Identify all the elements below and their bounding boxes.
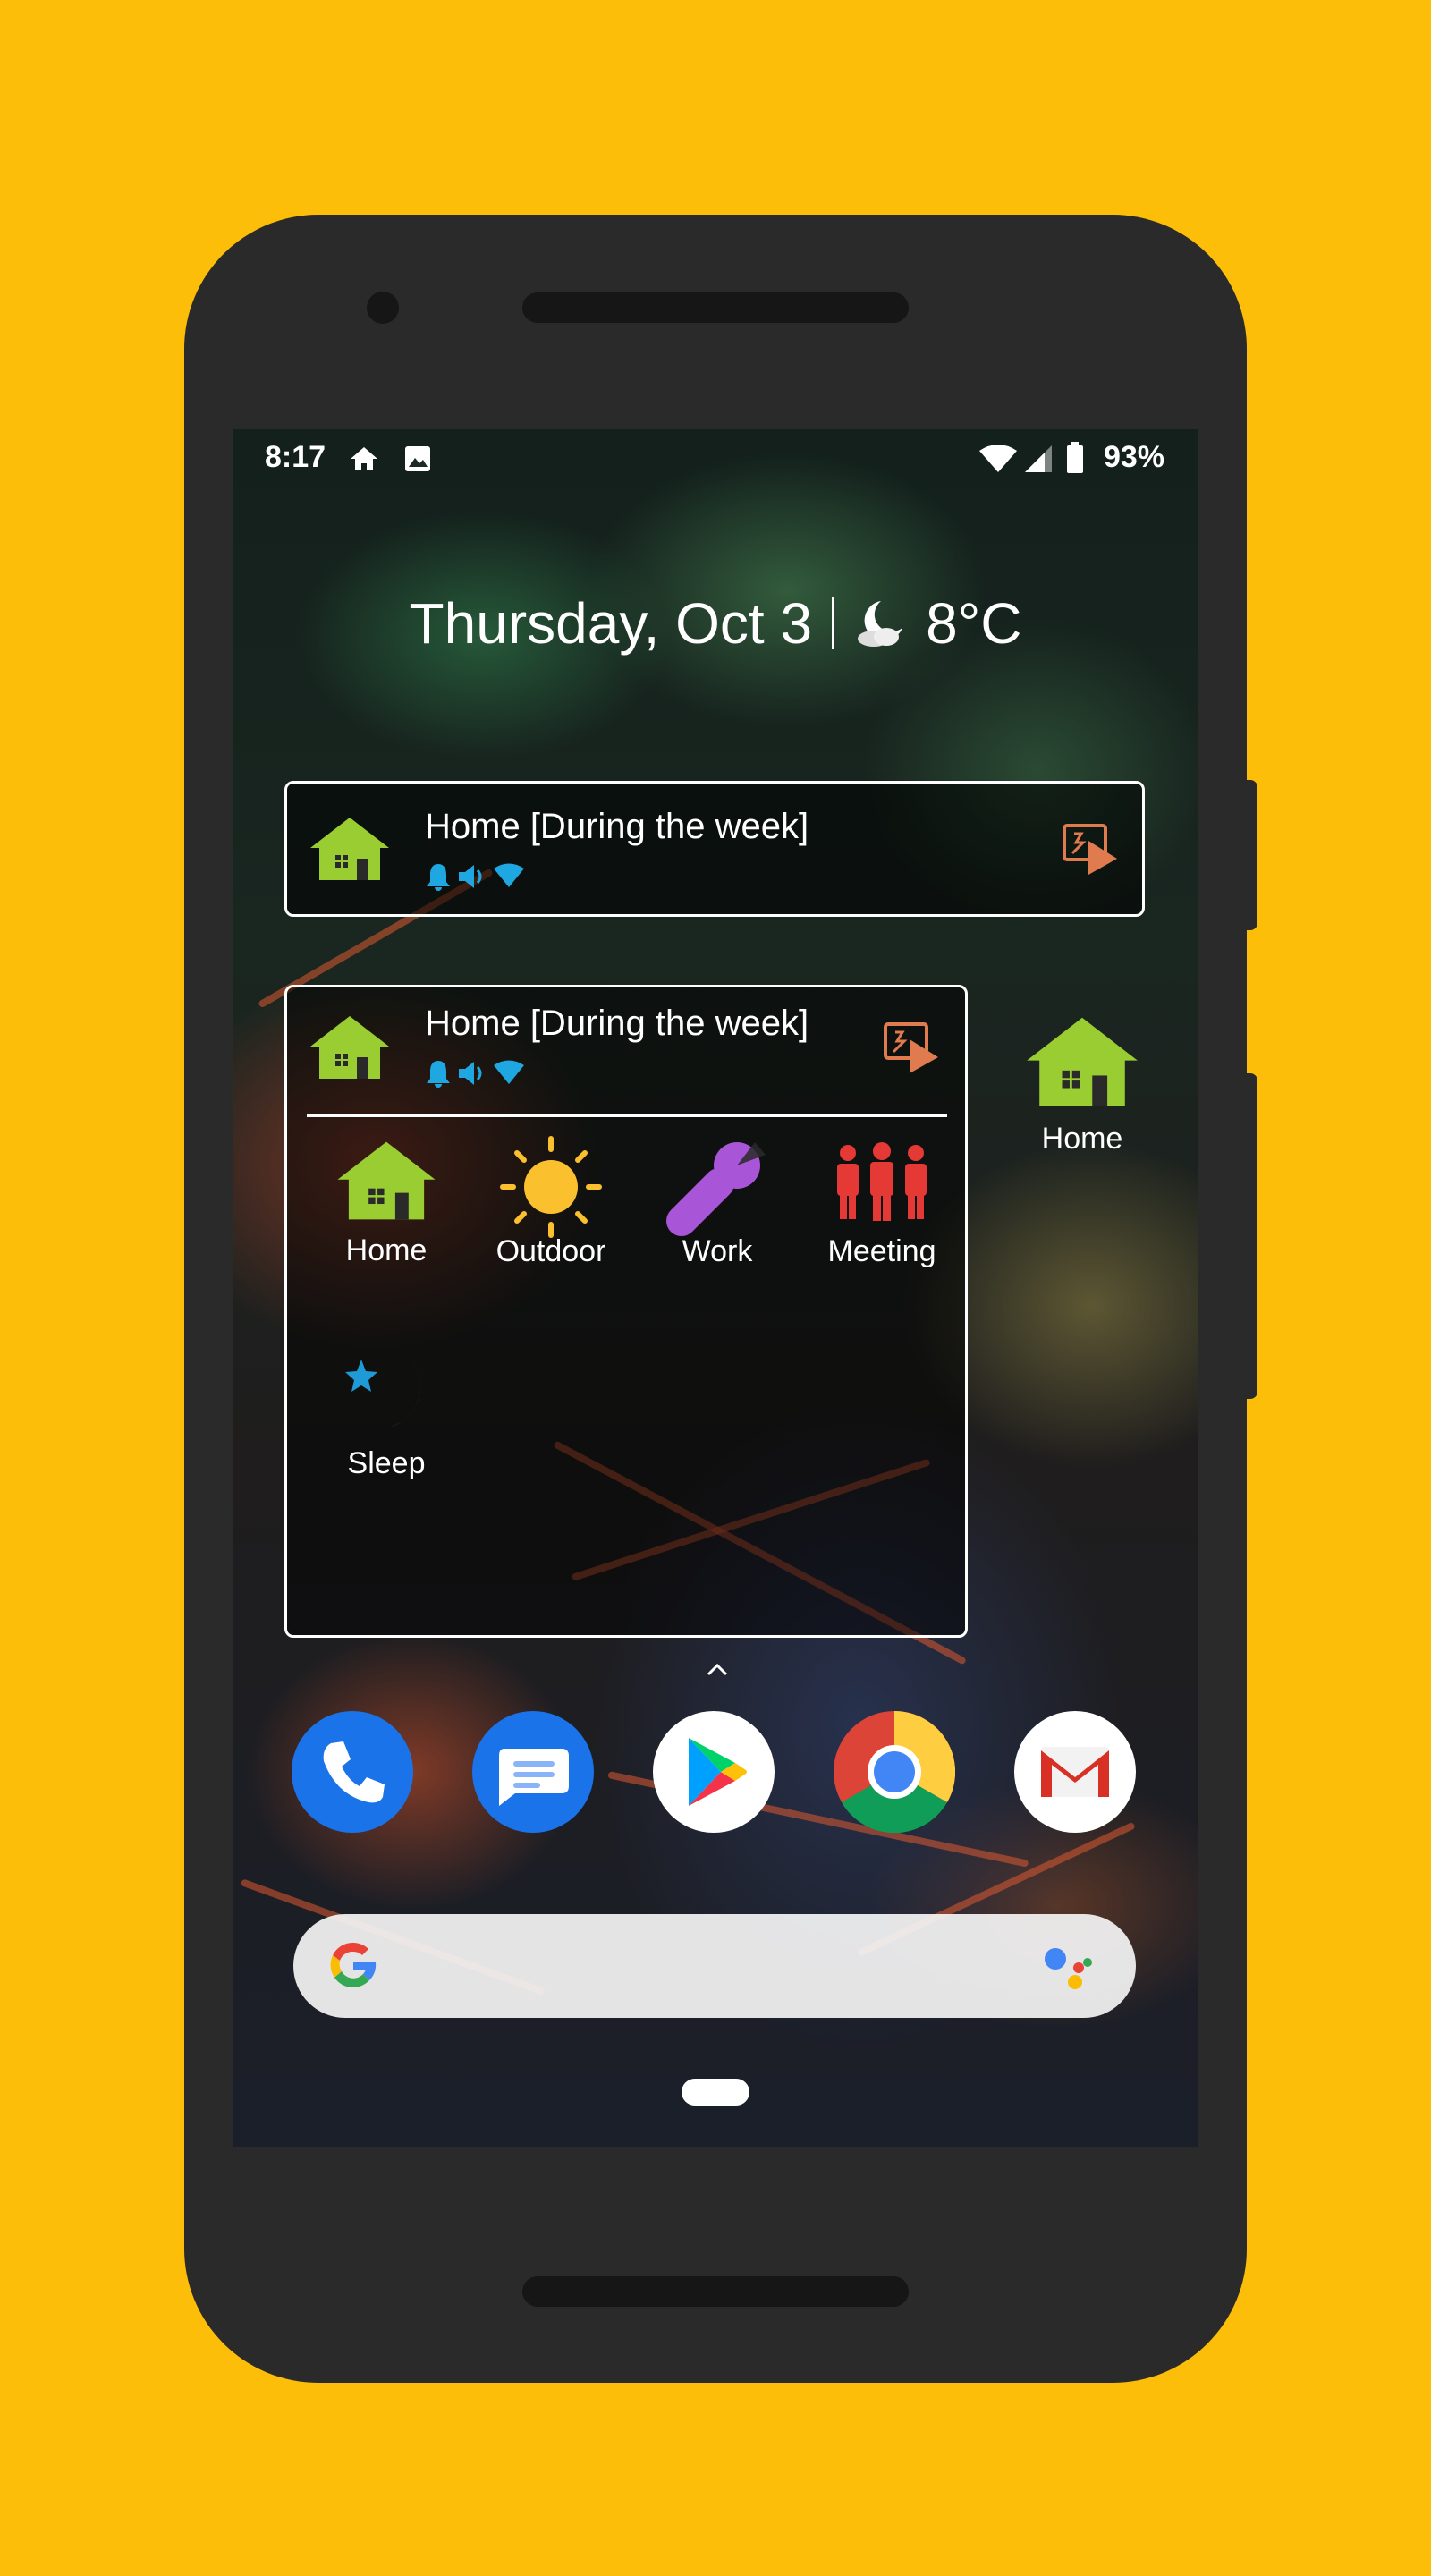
- power-button: [1245, 780, 1257, 930]
- profile-widget-large: Home [During the week] Home Outdoor Work…: [284, 985, 968, 1638]
- at-a-glance[interactable]: Thursday, Oct 3 8°C: [233, 586, 1198, 657]
- profile-work[interactable]: Work: [641, 1135, 793, 1269]
- gmail-icon: [1041, 1747, 1109, 1797]
- date-text[interactable]: Thursday, Oct 3: [410, 591, 813, 656]
- shortcut-label: Home: [1041, 1122, 1123, 1156]
- wrench-icon: [666, 1142, 766, 1236]
- widget-indicators: [425, 862, 525, 891]
- google-g-icon[interactable]: [324, 1936, 383, 1995]
- home-profile-shortcut[interactable]: Home: [1002, 1015, 1163, 1157]
- battery-percentage: 93%: [1103, 440, 1164, 474]
- assistant-icon[interactable]: [1039, 1941, 1097, 1995]
- glance-separator: [832, 597, 835, 650]
- volume-icon: [459, 1062, 482, 1085]
- status-bar: 8:17 93%: [233, 429, 1198, 487]
- chrome-icon: [842, 1710, 956, 1834]
- bottom-speaker: [522, 2276, 909, 2307]
- house-icon: [1027, 1017, 1138, 1106]
- home-icon: [351, 447, 377, 470]
- chevron-up-icon[interactable]: [699, 1657, 735, 1683]
- messages-app[interactable]: [472, 1711, 594, 1833]
- profile-outdoor[interactable]: Outdoor: [475, 1135, 627, 1269]
- moon-cloud-icon: [858, 601, 903, 648]
- people-icon: [837, 1142, 927, 1221]
- profile-widget-small[interactable]: Home [During the week]: [284, 781, 1145, 917]
- profile-home[interactable]: Home: [310, 1140, 462, 1268]
- profile-label: Work: [682, 1234, 753, 1268]
- home-screen: 8:17 93% Thursday, Oct 3 8°C Home [Durin…: [233, 429, 1198, 2147]
- widget-indicators: [425, 1059, 525, 1088]
- status-time: 8:17: [265, 440, 326, 474]
- profile-label: Outdoor: [495, 1234, 606, 1268]
- wifi-icon: [979, 445, 1017, 472]
- top-speaker: [522, 292, 909, 323]
- temperature-text[interactable]: 8°C: [926, 591, 1021, 656]
- wifi-icon: [494, 1060, 524, 1084]
- profile-label: Meeting: [827, 1234, 936, 1268]
- profile-label: Home: [345, 1233, 428, 1267]
- run-shortcut-icon[interactable]: [1062, 823, 1119, 877]
- battery-icon: [1067, 442, 1083, 473]
- widget-divider: [307, 1114, 947, 1117]
- phone-app[interactable]: [292, 1711, 413, 1833]
- google-search-bar[interactable]: [293, 1914, 1136, 2018]
- cell-signal-icon: [1025, 445, 1052, 472]
- play-store-app[interactable]: [653, 1711, 775, 1833]
- moon-star-icon: [345, 1347, 421, 1429]
- chrome-app[interactable]: [834, 1710, 956, 1834]
- house-icon: [310, 818, 389, 880]
- volume-button: [1245, 1073, 1257, 1399]
- run-shortcut-icon[interactable]: [883, 1021, 940, 1075]
- wifi-icon: [494, 863, 524, 887]
- house-icon[interactable]: [309, 1014, 391, 1080]
- bell-icon: [427, 1061, 450, 1088]
- widget-title: Home [During the week]: [425, 1004, 809, 1043]
- profile-meeting[interactable]: Meeting: [806, 1135, 958, 1269]
- profile-label: Sleep: [347, 1446, 426, 1480]
- image-icon: [405, 446, 430, 471]
- profile-sleep[interactable]: Sleep: [310, 1342, 462, 1481]
- play-store-icon: [689, 1738, 747, 1806]
- phone-icon: [323, 1741, 385, 1803]
- home-gesture-pill[interactable]: [682, 2079, 749, 2106]
- volume-icon: [459, 865, 482, 888]
- messages-icon: [499, 1749, 569, 1806]
- bell-icon: [427, 864, 450, 891]
- sun-icon: [500, 1136, 602, 1238]
- house-icon: [337, 1141, 436, 1220]
- gmail-app[interactable]: [1014, 1711, 1136, 1833]
- front-camera: [367, 292, 399, 324]
- widget-title: Home [During the week]: [425, 807, 809, 846]
